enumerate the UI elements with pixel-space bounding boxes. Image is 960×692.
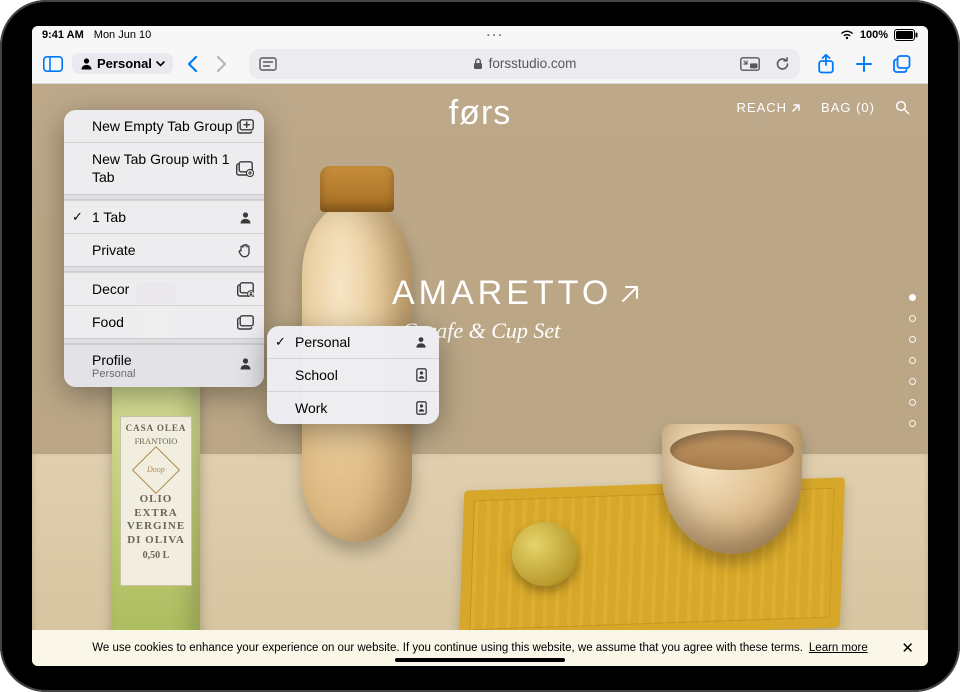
cookie-learn-more[interactable]: Learn more (809, 642, 868, 654)
menu-profile-value: Personal (92, 368, 254, 380)
decor-bottle: CASA OLEA FRANTOIO Doop OLIO EXTRA VERGI… (112, 364, 200, 664)
forward-button (211, 53, 233, 75)
person-icon (80, 57, 93, 70)
badge-icon (413, 368, 429, 382)
safari-toolbar: Personal forsstudio.com (32, 44, 928, 84)
dot-3[interactable] (909, 336, 916, 343)
badge-icon (413, 401, 429, 415)
tabs-overview-button[interactable] (892, 54, 912, 74)
grab-handle[interactable]: ··· (151, 28, 840, 42)
carousel-dots[interactable] (909, 294, 916, 427)
new-tabgroup-icon (236, 119, 254, 134)
nav-bag[interactable]: BAG (0) (821, 100, 875, 115)
battery-percentage: 100% (860, 29, 888, 41)
home-indicator[interactable] (395, 658, 565, 662)
check-icon: ✓ (275, 334, 286, 350)
status-date: Mon Jun 10 (94, 29, 151, 41)
site-nav: REACH BAG (0) (737, 100, 910, 115)
menu-new-tab-group-with-tab[interactable]: New Tab Group with 1 Tab (64, 142, 264, 194)
status-time: 9:41 AM (42, 29, 84, 41)
screen: 9:41 AM Mon Jun 10 ··· 100% (32, 26, 928, 666)
nav-search-button[interactable] (895, 100, 910, 115)
dot-1[interactable] (909, 294, 916, 301)
pip-button[interactable] (740, 57, 760, 71)
profile-switcher-label: Personal (97, 56, 152, 71)
new-tabgroup-plus-icon (236, 161, 254, 177)
sidebar-toggle-icon[interactable] (42, 53, 64, 75)
site-logo[interactable]: førs (449, 94, 512, 133)
profile-submenu: ✓ Personal School Work (267, 326, 439, 424)
new-tab-button[interactable] (854, 54, 874, 74)
back-button[interactable] (181, 53, 203, 75)
reload-button[interactable] (775, 56, 790, 72)
arrow-upright-icon (618, 282, 642, 306)
ipad-frame: 9:41 AM Mon Jun 10 ··· 100% (0, 0, 960, 692)
dot-2[interactable] (909, 315, 916, 322)
url-text: forsstudio.com (489, 56, 577, 71)
battery-icon (894, 29, 918, 41)
profile-option-school[interactable]: School (267, 358, 439, 391)
person-icon (413, 336, 429, 348)
decor-fruit (512, 522, 578, 586)
dot-6[interactable] (909, 399, 916, 406)
cookie-text: We use cookies to enhance your experienc… (92, 642, 803, 654)
menu-profile-label: Profile (92, 352, 254, 368)
share-button[interactable] (816, 54, 836, 74)
person-icon (236, 357, 254, 370)
dot-5[interactable] (909, 378, 916, 385)
menu-new-empty-tab-group[interactable]: New Empty Tab Group (64, 110, 264, 142)
menu-private[interactable]: Private (64, 233, 264, 266)
menu-profile[interactable]: Profile Personal (64, 344, 264, 387)
hero-title[interactable]: AMARETTO (392, 274, 642, 313)
person-icon (236, 211, 254, 224)
bottle-volume: 0,50 L (125, 550, 187, 563)
bottle-brand: CASA OLEA (125, 423, 187, 434)
address-bar[interactable]: forsstudio.com (249, 49, 800, 79)
tabgroup-icon (236, 315, 254, 330)
menu-one-tab[interactable]: ✓ 1 Tab (64, 200, 264, 233)
tab-groups-menu: New Empty Tab Group New Tab Group with 1… (64, 110, 264, 387)
cookie-close-button[interactable]: ✕ (901, 639, 914, 657)
dot-4[interactable] (909, 357, 916, 364)
chevron-down-icon (156, 61, 165, 67)
check-icon: ✓ (72, 209, 83, 225)
dot-7[interactable] (909, 420, 916, 427)
wifi-icon (840, 30, 854, 40)
profile-switcher-button[interactable]: Personal (72, 53, 173, 74)
bottle-line3: VERGINE (125, 520, 187, 534)
bottle-stamp: Doop (132, 446, 180, 494)
status-bar: 9:41 AM Mon Jun 10 ··· 100% (32, 26, 928, 44)
bottle-line2: OLIO EXTRA (125, 493, 187, 521)
bottle-label: CASA OLEA FRANTOIO Doop OLIO EXTRA VERGI… (120, 416, 192, 586)
lock-icon (473, 58, 483, 70)
hand-icon (236, 243, 254, 258)
profile-option-work[interactable]: Work (267, 391, 439, 424)
menu-group-food[interactable]: Food (64, 305, 264, 338)
menu-group-decor[interactable]: Decor (64, 272, 264, 305)
arrow-upright-icon (791, 103, 801, 113)
search-icon (895, 100, 910, 115)
bottle-line4: DI OLIVA (125, 534, 187, 548)
profile-option-personal[interactable]: ✓ Personal (267, 326, 439, 358)
shared-group-icon (236, 282, 254, 297)
page-settings-button[interactable] (259, 57, 277, 71)
nav-reach[interactable]: REACH (737, 100, 802, 115)
